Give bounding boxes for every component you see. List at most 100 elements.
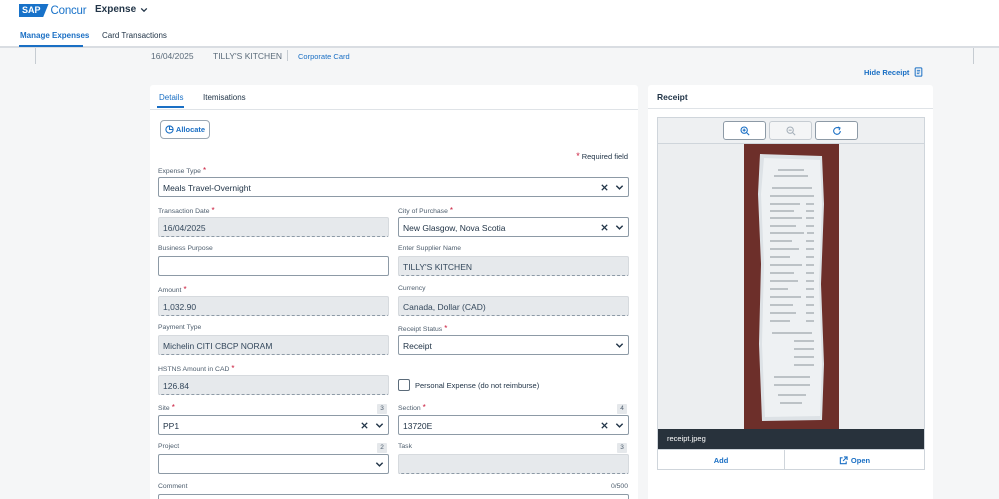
receipt-actions: Add Open	[658, 449, 924, 470]
required-star: *	[171, 403, 175, 412]
transaction-date-field: 16/04/2025	[158, 217, 389, 237]
detail-tabs: Details Itemisations	[150, 85, 638, 110]
city-select[interactable]: New Glasgow, Nova Scotia	[398, 217, 629, 237]
receipt-file-name: receipt.jpeg	[658, 429, 924, 449]
clear-icon[interactable]	[600, 223, 609, 232]
payment-type-link[interactable]: Corporate Card	[298, 52, 350, 61]
required-star: *	[202, 166, 207, 175]
expense-vendor: TILLY'S KITCHEN	[213, 51, 283, 61]
chevron-down-icon[interactable]	[375, 421, 384, 430]
viewer-toolbar	[658, 118, 924, 144]
tab-details[interactable]: Details	[159, 93, 183, 102]
clear-icon[interactable]	[600, 183, 609, 192]
city-label: City of Purchase *	[398, 206, 453, 215]
personal-expense-checkbox[interactable]	[398, 379, 410, 391]
required-star: *	[231, 364, 235, 373]
open-receipt-label: Open	[850, 455, 871, 465]
section-select[interactable]: 13720E	[398, 415, 629, 435]
zoom-in-icon	[739, 125, 750, 136]
receipt-icon	[915, 67, 923, 77]
tab-itemisations[interactable]: Itemisations	[203, 93, 246, 102]
receipt-image-area[interactable]	[658, 144, 924, 429]
business-purpose-label: Business Purpose	[158, 245, 213, 252]
zoom-in-button[interactable]	[723, 121, 766, 140]
sap-concur-logo[interactable]: SAP Concur	[19, 4, 87, 17]
payment-type-value: Michelin CITI CBCP NORAM	[163, 341, 273, 351]
comment-textarea[interactable]	[158, 494, 629, 499]
chevron-down-icon	[140, 7, 148, 12]
section-value: 13720E	[403, 421, 433, 431]
site-select[interactable]: PP1	[158, 415, 389, 435]
amount-label: Amount *	[158, 285, 187, 294]
section-label-text: Section	[398, 405, 421, 412]
clear-icon[interactable]	[360, 421, 369, 430]
section-controls	[600, 421, 624, 430]
currency-label: Currency	[398, 285, 426, 292]
breadcrumb-separator	[287, 50, 288, 61]
receipt-status-value: Receipt	[403, 341, 432, 351]
receipt-header-divider	[648, 108, 933, 109]
hstns-label-text: HSTNS Amount in CAD	[158, 366, 230, 373]
receipt-viewer: receipt.jpeg Add Open	[657, 117, 925, 470]
transaction-date-label: Transaction Date *	[158, 206, 215, 215]
receipt-photo	[744, 144, 839, 429]
currency-value: Canada, Dollar (CAD)	[403, 302, 486, 312]
module-menu[interactable]: Expense	[95, 4, 148, 15]
tab-card-transactions[interactable]: Card Transactions	[102, 31, 167, 40]
right-divider	[973, 48, 974, 64]
active-tab-indicator	[19, 45, 83, 47]
expense-type-select[interactable]: Meals Travel-Overnight	[158, 177, 629, 197]
site-level-badge: 3	[377, 404, 387, 414]
currency-field: Canada, Dollar (CAD)	[398, 296, 629, 316]
required-star: *	[449, 206, 453, 215]
hide-receipt-label: Hide Receipt	[864, 67, 910, 77]
top-bar: SAP Concur Expense	[0, 0, 999, 23]
chevron-down-icon[interactable]	[615, 341, 624, 350]
amount-value: 1,032.90	[163, 302, 197, 312]
chevron-down-icon[interactable]	[615, 223, 624, 232]
zoom-out-button[interactable]	[769, 121, 812, 140]
city-controls	[600, 223, 624, 232]
required-star: *	[211, 206, 215, 215]
chevron-down-icon[interactable]	[375, 460, 384, 469]
expense-type-label: Expense Type *	[158, 166, 206, 175]
receipt-panel: Receipt receipt.jpeg Add Open	[648, 85, 933, 499]
comment-label: Comment	[158, 483, 188, 490]
transaction-date-label-text: Transaction Date	[158, 208, 210, 215]
expense-date: 16/04/2025	[151, 51, 194, 61]
expense-type-value: Meals Travel-Overnight	[163, 183, 251, 193]
receipt-status-select[interactable]: Receipt	[398, 335, 629, 355]
site-label-text: Site	[158, 405, 170, 412]
supplier-field: TILLY'S KITCHEN	[398, 256, 629, 276]
section-label: Section *	[398, 403, 426, 412]
hstns-field: 126.84	[158, 375, 389, 395]
required-star: *	[444, 324, 448, 333]
project-controls	[375, 460, 384, 469]
project-level-badge: 2	[377, 443, 387, 453]
hide-receipt-button[interactable]: Hide Receipt	[864, 67, 923, 77]
receipt-status-label: Receipt Status *	[398, 324, 447, 333]
sap-logo-mark: SAP	[19, 4, 49, 17]
business-purpose-input[interactable]	[158, 256, 389, 276]
personal-expense-label: Personal Expense (do not reimburse)	[415, 381, 540, 390]
rotate-button[interactable]	[815, 121, 858, 140]
tab-manage-expenses[interactable]: Manage Expenses	[20, 31, 89, 40]
city-value: New Glasgow, Nova Scotia	[403, 223, 506, 233]
receipt-status-label-text: Receipt Status	[398, 326, 443, 333]
site-value: PP1	[163, 421, 180, 431]
receipt-status-controls	[615, 341, 624, 350]
allocate-icon	[165, 125, 174, 134]
city-label-text: City of Purchase	[398, 208, 448, 215]
clear-icon[interactable]	[600, 421, 609, 430]
open-receipt-button[interactable]: Open	[785, 450, 924, 470]
chevron-down-icon[interactable]	[615, 183, 624, 192]
add-receipt-button[interactable]: Add	[658, 450, 784, 470]
project-select[interactable]	[158, 454, 389, 474]
task-level-badge: 3	[617, 443, 627, 453]
task-field	[398, 454, 629, 474]
left-divider	[35, 48, 36, 64]
allocate-button[interactable]: Allocate	[160, 120, 210, 139]
required-star: *	[183, 285, 187, 294]
comment-char-count: 0/500	[610, 483, 628, 490]
chevron-down-icon[interactable]	[615, 421, 624, 430]
